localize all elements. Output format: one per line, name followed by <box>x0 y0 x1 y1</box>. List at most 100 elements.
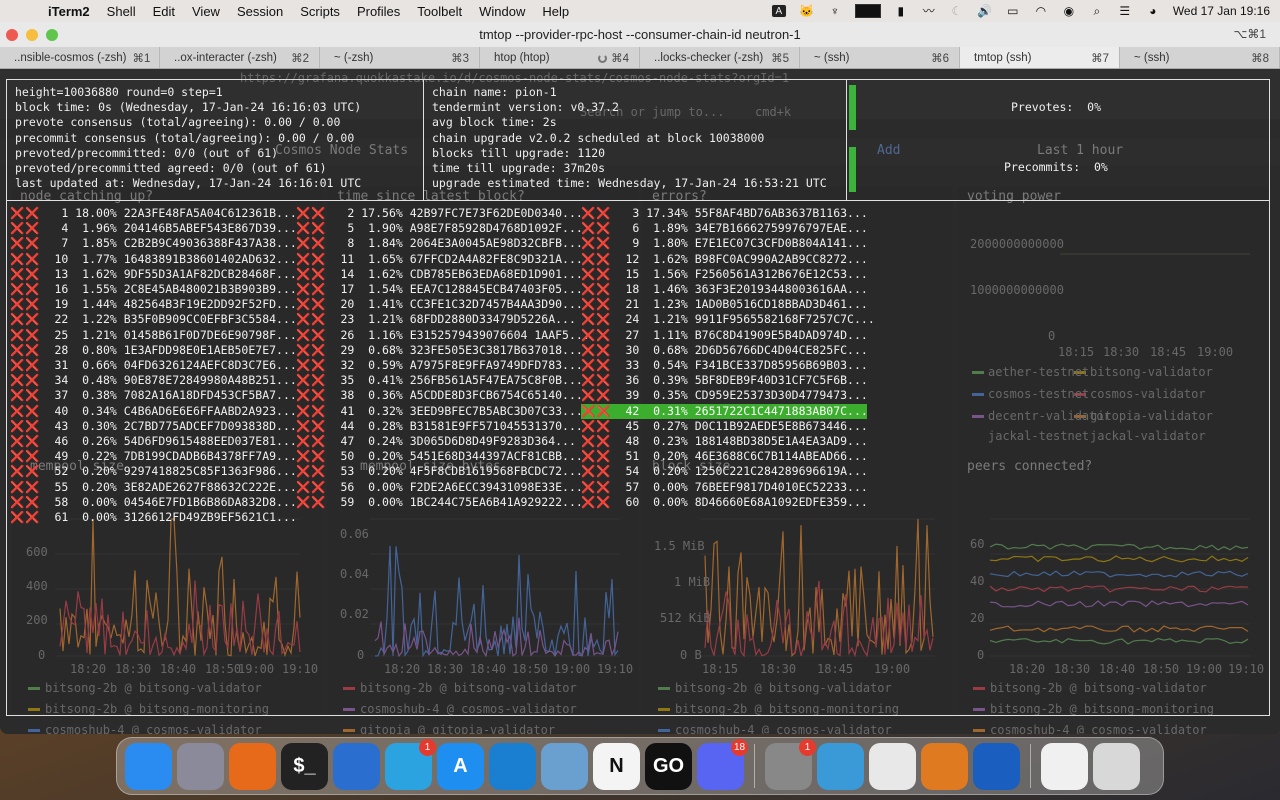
telegram-icon[interactable]: 1 <box>385 738 436 790</box>
app-store-icon[interactable]: A <box>437 742 484 790</box>
terminal-icon[interactable]: $_ <box>281 742 328 790</box>
validator-info: 56 0.00% F2DE2A6ECC39431098E33E... <box>326 479 583 494</box>
validator-row: ❌❌ 15 1.56% F2560561A312B676E12C53... <box>581 267 868 282</box>
trash-icon[interactable] <box>1093 742 1140 790</box>
control-center-icon[interactable]: ☰ <box>1117 4 1133 18</box>
minimize-button[interactable] <box>26 29 38 41</box>
tab-1[interactable]: ..nsible-cosmos (-zsh) ⌘1 <box>0 47 160 68</box>
validator-row: ❌❌ 6 1.89% 34E7B16662759976797EAE... <box>581 221 868 236</box>
tab-8[interactable]: ~ (ssh) ⌘8 <box>1120 47 1280 68</box>
memory-icon[interactable]: ▮ <box>893 4 909 18</box>
document-icon[interactable] <box>1041 742 1088 790</box>
not-voted-icon: ❌❌ <box>581 449 612 464</box>
discord-icon[interactable]: 18 <box>697 738 748 790</box>
validator-row: ❌❌ 25 1.21% 01458B61F0D7DE6E90798F... <box>10 328 297 343</box>
validator-info: 54 0.20% 1250C221C284289696619A... <box>611 464 868 479</box>
not-voted-icon: ❌❌ <box>296 373 327 388</box>
mail-icon[interactable] <box>817 742 864 790</box>
tab-label: ~ (ssh) <box>1134 51 1170 64</box>
terminal-view[interactable]: https://grafana.quokkastake.io/d/cosmos-… <box>0 69 1280 734</box>
clock[interactable]: Wed 17 Jan 19:16 <box>1173 4 1270 18</box>
validator-row: ❌❌ 55 0.20% 3E82ADE2627F88632C222E... <box>10 480 297 495</box>
validator-row: ❌❌ 13 1.62% 9DF55D3A1AF82DCB28468F... <box>10 267 297 282</box>
firefox-icon[interactable] <box>229 742 276 790</box>
vscode-icon[interactable] <box>489 742 536 790</box>
launchpad-icon[interactable] <box>177 742 224 790</box>
volume-icon[interactable]: 🔊 <box>977 4 993 18</box>
validator-row: ❌❌ 12 1.62% B98FC0AC990A2AB9CC8272... <box>581 252 868 267</box>
system-settings-icon[interactable]: 1 <box>765 738 816 790</box>
menu-app-name[interactable]: iTerm2 <box>48 4 90 19</box>
dock-separator <box>754 744 755 788</box>
moon-icon[interactable]: ☾ <box>949 4 965 18</box>
tab-shortcut: ⌘1 <box>132 52 151 65</box>
lock-icon[interactable] <box>973 742 1020 790</box>
not-voted-icon: ❌❌ <box>10 388 41 403</box>
not-voted-icon: ❌❌ <box>296 464 327 479</box>
validator-info: 57 0.00% 76BEEF9817D4010EC52233... <box>611 479 868 494</box>
status-area: 🐦 🐱 ♆ ∞ ▮ 〰 ☾ 🔊 A ▭ ◠ ◉ ⌕ ☰ ◕ Wed 17 Jan… <box>770 0 1270 22</box>
validator-info: 40 0.34% C4B6AD6E6E6FFAABD2A923... <box>40 403 297 418</box>
validator-row: ❌❌ 54 0.20% 1250C221C284289696619A... <box>581 464 868 479</box>
siri-icon[interactable]: ◕ <box>1145 4 1161 18</box>
menu-profiles[interactable]: Profiles <box>357 4 400 19</box>
cpu-graph-icon[interactable] <box>854 4 881 18</box>
validator-row: ❌❌ 47 0.24% 3D065D6D8D49F9283D364... <box>296 434 582 449</box>
validator-info: 3 17.34% 55F8AF4BD76AB3637B1163... <box>611 206 868 220</box>
battery-icon[interactable]: ▭ <box>1005 4 1021 18</box>
notion-icon[interactable]: N <box>593 742 640 790</box>
validator-row: ❌❌ 52 0.20% 9297418825C85F1363F986... <box>10 464 297 479</box>
menu-window[interactable]: Window <box>479 4 525 19</box>
maximize-button[interactable] <box>46 29 58 41</box>
wifi-icon[interactable]: ◠ <box>1033 4 1049 18</box>
validator-info: 32 0.59% A7975F8E9FFA9749DFD783... <box>326 358 583 372</box>
menu-edit[interactable]: Edit <box>153 4 175 19</box>
vpn-icon[interactable] <box>541 742 588 790</box>
validator-info: 2 17.56% 42B97FC7E73F62DE0D0340... <box>326 206 583 220</box>
chrome-icon[interactable] <box>869 742 916 790</box>
search-icon[interactable]: ⌕ <box>1089 4 1105 18</box>
not-voted-icon: ❌❌ <box>581 342 612 357</box>
consensus-line: block time: 0s (Wednesday, 17-Jan-24 16:… <box>15 100 362 115</box>
menu-session[interactable]: Session <box>237 4 283 19</box>
tab-2[interactable]: ..ox-interacter (-zsh) ⌘2 <box>160 47 320 68</box>
validator-row: ❌❌ 39 0.35% CD959E25373D30D4779473... <box>581 388 868 403</box>
figure-icon[interactable]: ♆ <box>827 4 843 18</box>
tab-5[interactable]: ..locks-checker (-zsh) ⌘5 <box>640 47 800 68</box>
user-icon[interactable]: ◉ <box>1061 4 1077 18</box>
chain-line: avg block time: 2s <box>432 115 557 130</box>
bg-legend: cosmoshub-4 @ cosmos-validator <box>675 723 892 734</box>
validator-row: ❌❌ 35 0.41% 256FB561A5F47EA75C8F0B... <box>296 373 583 388</box>
tab-shortcut: ⌘8 <box>1251 52 1269 65</box>
menu-shell[interactable]: Shell <box>107 4 136 19</box>
network-graph-icon[interactable]: 〰 <box>921 4 937 18</box>
validator-info: 6 1.89% 34E7B16662759976797EAE... <box>611 221 868 236</box>
validator-row: ❌❌ 10 1.77% 16483891B38601402AD632... <box>10 252 297 267</box>
tab-3[interactable]: ~ (-zsh) ⌘3 <box>320 47 480 68</box>
cat-icon[interactable]: 🐱 <box>799 4 815 18</box>
tab-4[interactable]: htop (htop) ⌘4 <box>480 47 640 68</box>
not-voted-icon: ❌❌ <box>581 327 612 342</box>
validator-row: ❌❌ 58 0.00% 04546E7FD1B6B86DA832D8... <box>10 495 297 510</box>
goland-icon[interactable]: GO <box>645 742 692 790</box>
bee-icon[interactable] <box>921 742 968 790</box>
close-button[interactable] <box>6 29 18 41</box>
finder-icon[interactable] <box>125 742 172 790</box>
not-voted-icon: ❌❌ <box>10 464 41 479</box>
menu-view[interactable]: View <box>192 4 220 19</box>
not-voted-icon: ❌❌ <box>296 221 327 236</box>
menu-toolbelt[interactable]: Toolbelt <box>417 4 462 19</box>
tab-6[interactable]: ~ (ssh) ⌘6 <box>800 47 960 68</box>
thunderbird-icon[interactable] <box>333 742 380 790</box>
notification-badge: 1 <box>419 738 436 756</box>
validator-info: 19 1.44% 482564B3F19E2DD92F52FD... <box>40 297 297 312</box>
input-source-icon[interactable]: A <box>770 4 787 18</box>
validator-row: ❌❌ 51 0.20% 46E3688C6C7B114ABEAD66... <box>581 449 868 464</box>
title-bar: tmtop --provider-rpc-host --consumer-cha… <box>0 22 1280 47</box>
validator-row: ❌❌ 23 1.21% 68FDD2880D33479D5226A... <box>296 312 582 327</box>
validator-info: 45 0.27% D0C11B92AEDE5E8B673446... <box>611 418 868 433</box>
menu-help[interactable]: Help <box>542 4 569 19</box>
tab-7[interactable]: tmtop (ssh) ⌘7 <box>960 47 1120 68</box>
menu-scripts[interactable]: Scripts <box>300 4 340 19</box>
not-voted-icon: ❌❌ <box>581 418 612 433</box>
